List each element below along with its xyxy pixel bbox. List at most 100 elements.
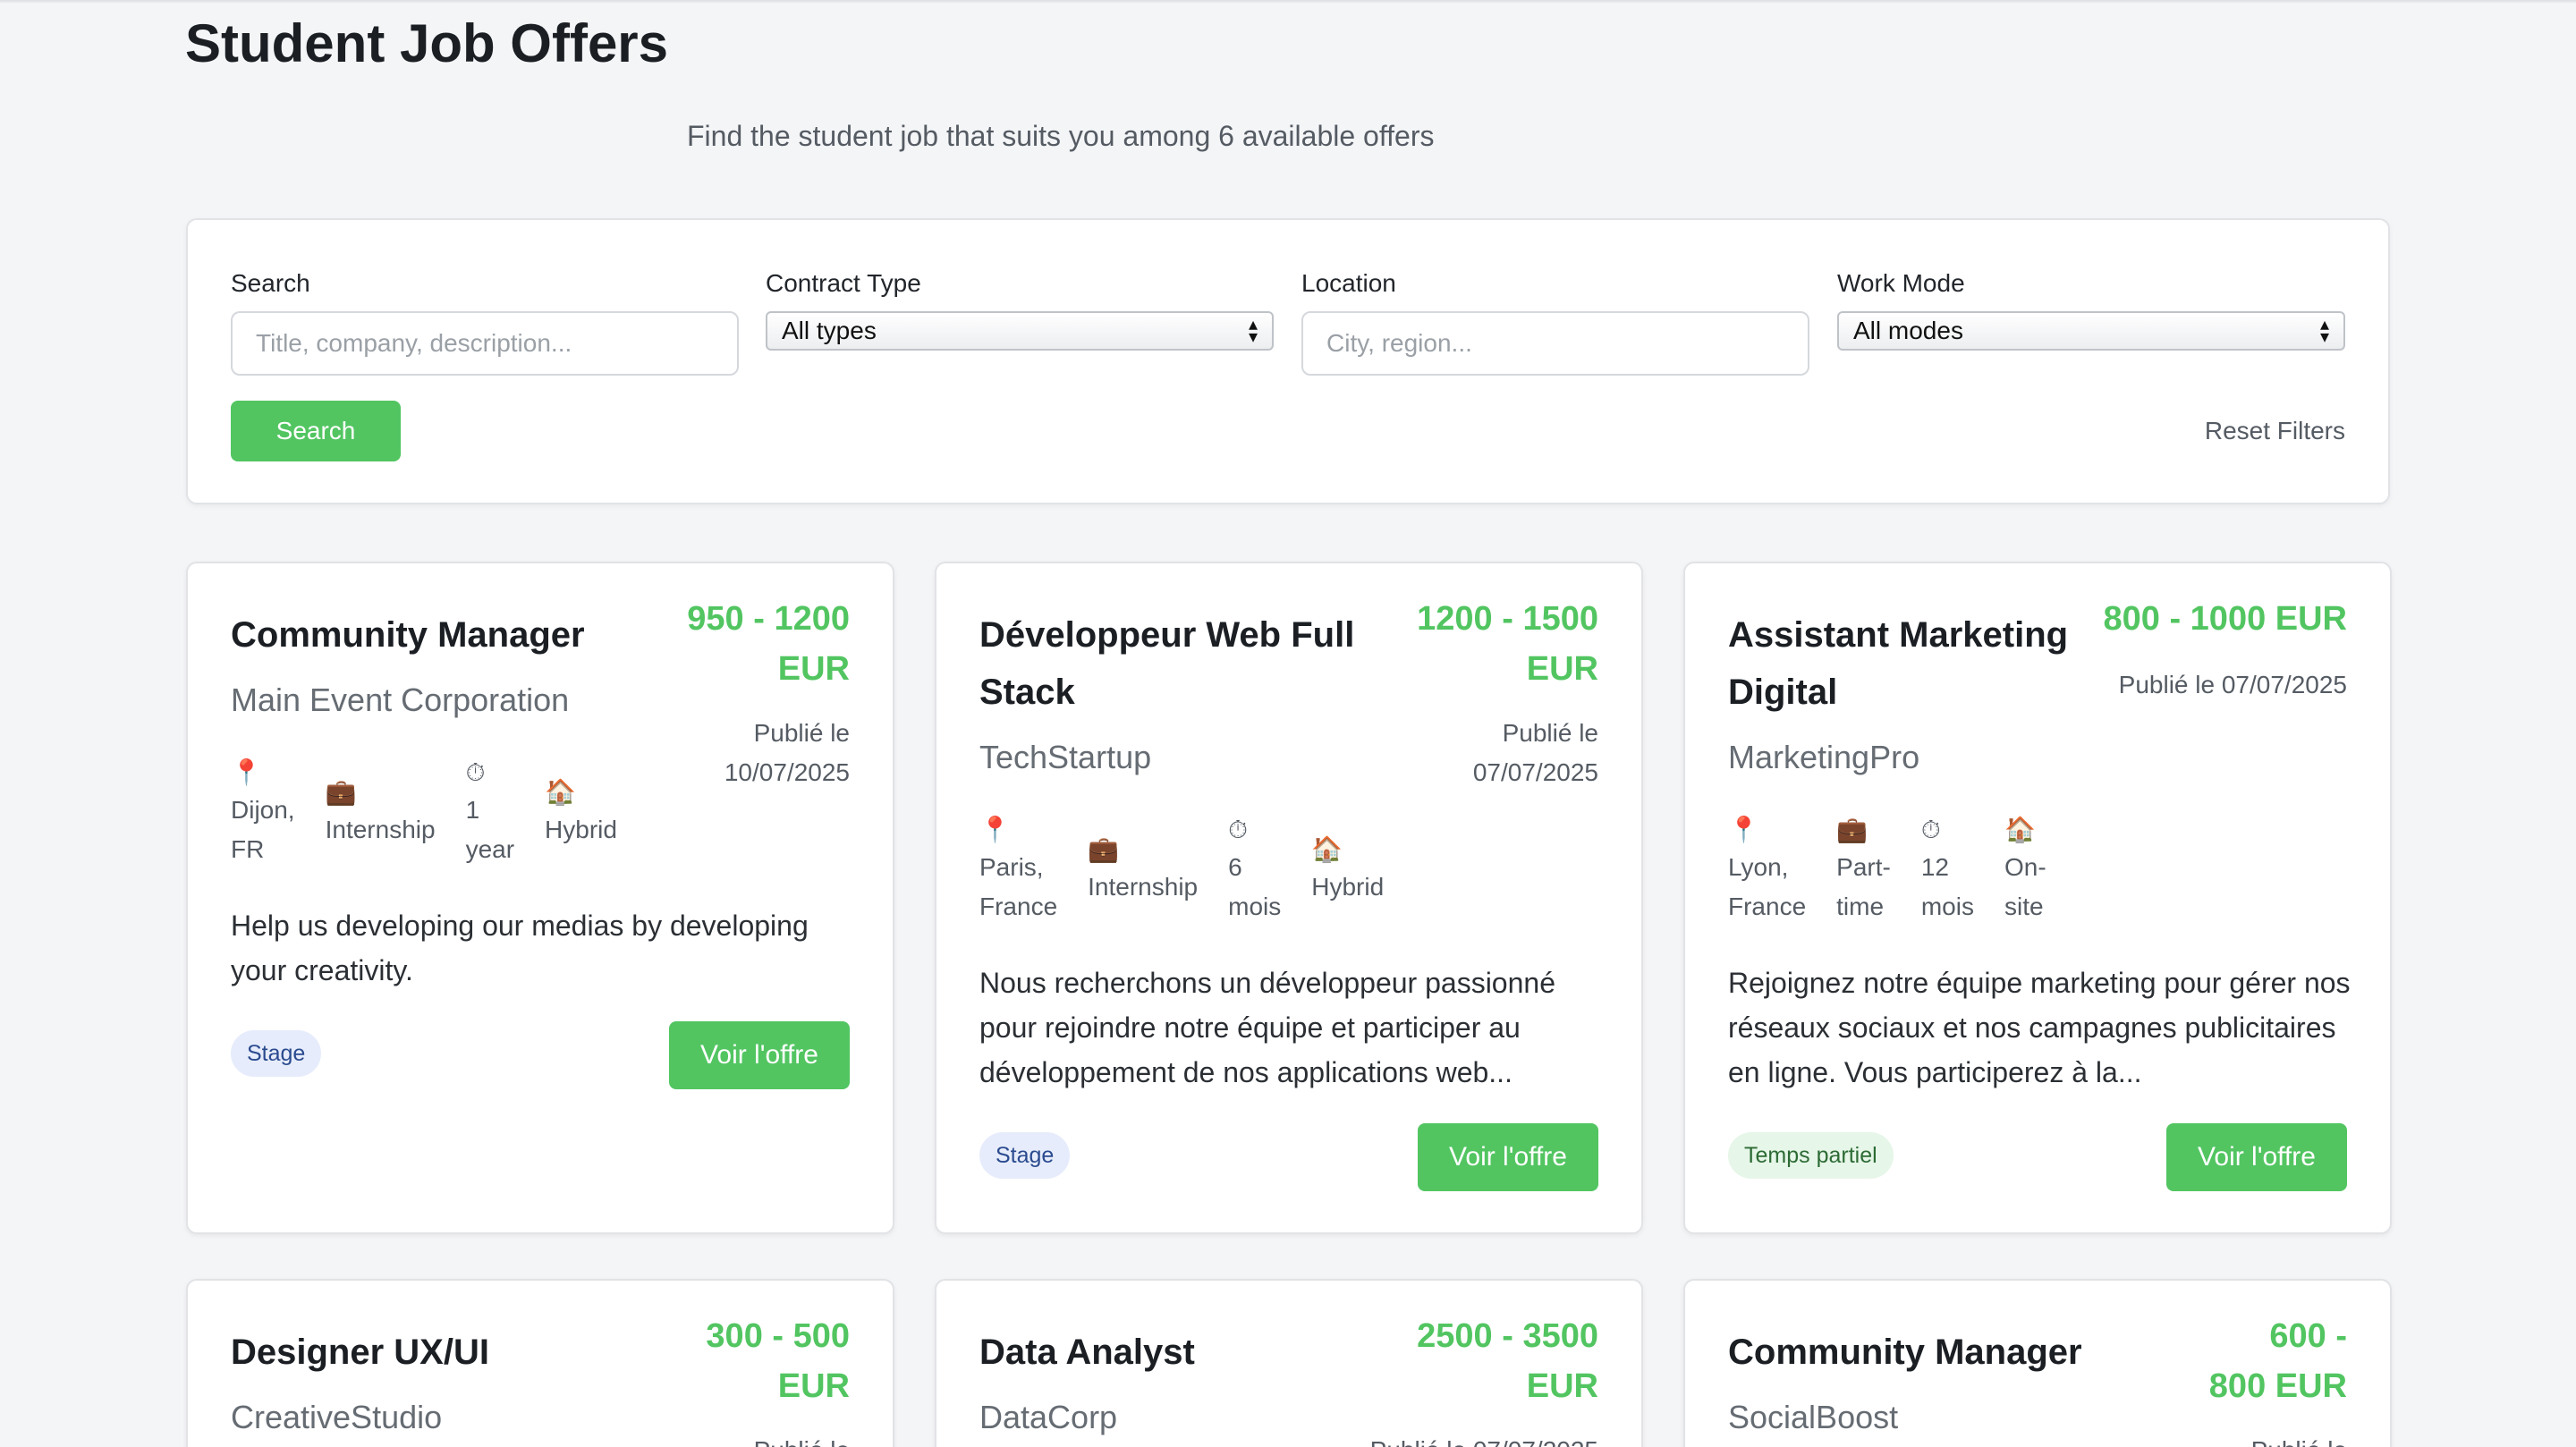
meta-text: Internship <box>1088 873 1199 901</box>
published-date: Publié le 10/07/2025 <box>724 714 850 792</box>
job-description: Help us developing our medias by develop… <box>231 910 809 986</box>
pin-icon: 📍 <box>231 758 262 786</box>
company-name: TechStartup <box>979 739 1152 775</box>
meta-location: 📍 Lyon, France <box>1728 812 1806 927</box>
meta-text: FR <box>231 835 265 863</box>
job-description: Rejoignez notre équipe marketing pour gé… <box>1728 967 2351 1088</box>
meta-text: Lyon, <box>1728 853 1789 881</box>
contract-label: Contract Type <box>766 269 921 297</box>
salary-line: 1200 - 1500 <box>1417 600 1598 638</box>
company-name: SocialBoost <box>1728 1399 1899 1435</box>
search-input[interactable] <box>231 311 739 376</box>
workmode-select[interactable]: All modes ▴ ▾ <box>1837 311 2345 351</box>
view-offer-button[interactable]: Voir l'offre <box>2166 1123 2347 1191</box>
published-date: Publié le <box>2251 1431 2347 1447</box>
meta-text: time <box>1836 893 1885 920</box>
salary: 800 - 1000 EUR <box>2103 600 2348 638</box>
published-date: Publié le 07/07/2025 <box>1473 714 1598 792</box>
published-date: Publié le 07/07/2025 <box>2118 671 2347 698</box>
published-date: Publié le 07/07/2025 <box>1370 1431 1598 1447</box>
meta-text: year <box>465 835 515 863</box>
salary-line: 600 - <box>2269 1317 2347 1355</box>
job-title: Designer UX/UI <box>231 1333 489 1372</box>
meta-text: 1 <box>465 796 480 824</box>
meta-contract: 💼 Part- time <box>1836 812 1891 927</box>
stopwatch-icon: ⏱ <box>1228 816 1248 843</box>
published-value: 10/07/2025 <box>724 758 850 786</box>
filter-panel: Search Contract Type All types ▴▾ Locati… <box>186 218 2390 504</box>
house-icon: 🏠 <box>2004 816 2036 843</box>
job-meta: 📍 Lyon, France 💼 Part- time ⏱ 12 mois 🏠 … <box>1728 812 2077 927</box>
job-card: Assistant Marketing Digital MarketingPro… <box>1683 562 2392 1234</box>
job-card: Community Manager Main Event Corporation… <box>186 562 894 1234</box>
salary: 2500 - 3500 EUR <box>1417 1311 1598 1411</box>
job-title-line: Assistant Marketing <box>1728 615 2069 655</box>
meta-text: mois <box>1920 893 1974 920</box>
salary: 600 - 800 EUR <box>2209 1311 2347 1411</box>
job-title: Community Manager <box>1728 1333 2082 1372</box>
job-card: Designer UX/UI CreativeStudio 300 - 500 … <box>186 1279 894 1447</box>
salary-currency: EUR <box>1526 650 1598 688</box>
salary-currency: EUR <box>777 1367 850 1405</box>
search-button[interactable]: Search <box>231 401 401 461</box>
house-icon: 🏠 <box>1311 835 1343 863</box>
meta-text: Paris, <box>979 853 1044 881</box>
published-date: Publié le <box>754 1431 850 1447</box>
meta-text: Internship <box>325 816 436 843</box>
job-card: Data Analyst DataCorp 2500 - 3500 EUR Pu… <box>935 1279 1643 1447</box>
company-name: MarketingPro <box>1728 739 1920 775</box>
location-input[interactable] <box>1301 311 1809 376</box>
meta-text: Hybrid <box>1311 873 1385 901</box>
job-title-line: Stack <box>979 673 1075 712</box>
meta-mode: 🏠 On- site <box>2004 812 2046 927</box>
meta-text: Part- <box>1836 853 1891 881</box>
company-name: CreativeStudio <box>231 1399 443 1435</box>
pin-icon: 📍 <box>1728 816 1759 843</box>
salary-line: 950 - 1200 <box>687 600 850 638</box>
select-arrows-icon: ▴ ▾ <box>1248 315 1258 347</box>
published-value: 07/07/2025 <box>1472 758 1598 786</box>
meta-duration: ⏱ 1 year <box>466 755 514 869</box>
salary-currency: 800 EUR <box>2208 1367 2347 1405</box>
salary-currency: EUR <box>1526 1367 1598 1405</box>
reset-filters-link[interactable]: Reset Filters <box>2205 417 2345 445</box>
workmode-filter: Work Mode All modes ▴ ▾ <box>1837 268 2345 351</box>
briefcase-icon: 💼 <box>1836 816 1868 843</box>
meta-text: Hybrid <box>545 816 617 843</box>
salary: 950 - 1200 EUR <box>687 594 850 694</box>
company-name: Main Event Corporation <box>231 681 570 718</box>
job-description: Nous recherchons un développeur passionn… <box>979 967 1555 1088</box>
salary-line: 300 - 500 <box>706 1317 850 1355</box>
job-meta: 📍 Paris, France 💼 Internship ⏱ 6 mois 🏠 … <box>979 812 1414 927</box>
meta-duration: ⏱ 6 mois <box>1228 812 1281 927</box>
meta-mode: 🏠 Hybrid <box>1311 812 1384 927</box>
workmode-label: Work Mode <box>1837 269 1965 297</box>
salary: 1200 - 1500 EUR <box>1417 594 1598 694</box>
contract-badge: Stage <box>231 1030 322 1077</box>
job-title: Développeur Web Full Stack <box>979 606 1354 721</box>
meta-text: On- <box>2004 853 2046 881</box>
view-offer-button[interactable]: Voir l'offre <box>669 1021 850 1089</box>
meta-location: 📍 Dijon, FR <box>231 755 295 869</box>
meta-text: 12 <box>1920 853 1949 881</box>
meta-text: 6 <box>1228 853 1242 881</box>
published-label: Publié le <box>1502 719 1598 747</box>
job-title: Data Analyst <box>979 1333 1195 1372</box>
meta-text: France <box>1728 893 1807 920</box>
contract-badge: Temps partiel <box>1728 1132 1894 1179</box>
page-subtitle: Find the student job that suits you amon… <box>687 120 1435 152</box>
contract-select-value: All types <box>782 317 877 344</box>
meta-location: 📍 Paris, France <box>979 812 1057 927</box>
job-meta: 📍 Dijon, FR 💼 Internship ⏱ 1 year 🏠 Hybr… <box>231 755 648 869</box>
job-title-line: Digital <box>1728 673 1838 712</box>
briefcase-icon: 💼 <box>325 778 357 806</box>
job-card: Community Manager SocialBoost 600 - 800 … <box>1683 1279 2392 1447</box>
view-offer-button[interactable]: Voir l'offre <box>1418 1123 1598 1191</box>
meta-contract: 💼 Internship <box>1088 812 1198 927</box>
job-title-line: Développeur Web Full <box>979 615 1355 655</box>
salary: 300 - 500 EUR <box>706 1311 850 1411</box>
contract-select[interactable]: All types ▴ ▾ <box>766 311 1274 351</box>
stopwatch-icon: ⏱ <box>1920 816 1941 843</box>
salary-currency: EUR <box>777 650 850 688</box>
briefcase-icon: 💼 <box>1088 835 1120 863</box>
